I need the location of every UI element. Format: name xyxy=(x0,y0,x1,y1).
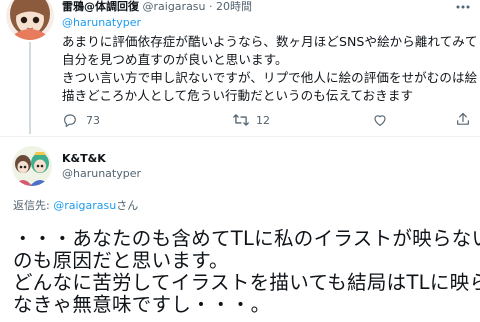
tweet-line: 描きどころか人として危うい行動だというのも伝えておきます xyxy=(62,88,414,103)
tweet-text: あまりに評価依存症が酷いようなら、数ヶ月ほどSNSや絵から離れてみて 自分を見つ… xyxy=(62,33,478,105)
reply-icon xyxy=(62,112,78,128)
replying-to-link[interactable]: @raigarasu xyxy=(53,199,116,212)
author-name[interactable]: K&T&K xyxy=(62,152,106,166)
tweet-line: 自分を見つめ直すのが良いと思います。 xyxy=(62,52,288,67)
tweet-line: ・・・あなたのも含めてTLに私のイラストが映らない xyxy=(13,227,480,250)
reply-count: 73 xyxy=(86,113,100,127)
tweet-line: のも原因だと思います。 xyxy=(13,249,229,272)
tweet-text: ・・・あなたのも含めてTLに私のイラストが映らない のも原因だと思います。 どん… xyxy=(13,228,480,316)
tweet-line: あまりに評価依存症が酷いようなら、数ヶ月ほどSNSや絵から離れてみて xyxy=(62,34,478,49)
time-separator: · xyxy=(209,0,213,13)
avatar[interactable] xyxy=(6,0,54,40)
author-name[interactable]: 雷鴉@体調回復 xyxy=(62,0,139,13)
author-handle[interactable]: @harunatyper xyxy=(62,167,141,181)
retweet-icon xyxy=(232,112,250,128)
tweet-line: どんなに苦労してイラストを描いても結局はTLに映ら xyxy=(13,271,480,294)
thread-line xyxy=(29,42,31,134)
divider xyxy=(0,136,480,137)
replying-to-link[interactable]: @harunatyper xyxy=(62,16,141,30)
retweet-action[interactable]: 12 xyxy=(232,112,270,128)
author-handle[interactable]: @raigarasu xyxy=(143,0,206,13)
share-icon[interactable] xyxy=(455,111,471,128)
kebab-icon[interactable] xyxy=(455,3,471,11)
avatar[interactable] xyxy=(12,146,52,186)
tweet-line: なきゃ無意味ですし・・・。 xyxy=(13,293,271,316)
like-icon[interactable] xyxy=(372,112,388,128)
timestamp[interactable]: 20時間 xyxy=(216,0,252,13)
replying-to: 返信先: @raigarasuさん xyxy=(13,199,138,213)
retweet-count: 12 xyxy=(256,113,270,127)
replying-prefix: 返信先: xyxy=(13,199,50,212)
reply-action[interactable]: 73 xyxy=(62,112,100,128)
replying-suffix: さん xyxy=(116,199,139,212)
tweet-line: きつい言い方で申し訳ないですが、リプで他人に絵の評価をせがむのは絵 xyxy=(62,70,478,85)
